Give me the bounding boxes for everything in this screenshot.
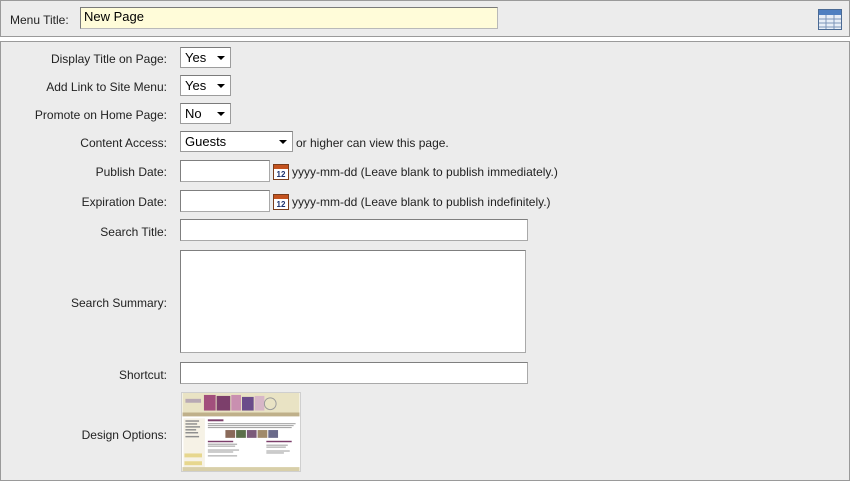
design-template-thumbnail[interactable] bbox=[181, 392, 301, 472]
expiration-date-input[interactable] bbox=[180, 190, 270, 212]
add-link-label: Add Link to Site Menu: bbox=[46, 80, 167, 94]
promote-value: No bbox=[185, 106, 202, 121]
chevron-down-icon bbox=[217, 84, 225, 88]
promote-label: Promote on Home Page: bbox=[34, 108, 167, 122]
add-link-value: Yes bbox=[185, 78, 207, 93]
content-access-suffix: or higher can view this page. bbox=[296, 136, 449, 150]
table-grid-icon[interactable] bbox=[818, 9, 842, 30]
publish-date-input[interactable] bbox=[180, 160, 270, 182]
menu-title-label: Menu Title: bbox=[10, 13, 69, 27]
search-title-input[interactable] bbox=[180, 219, 528, 241]
content-access-value: Guests bbox=[185, 134, 227, 149]
add-link-select[interactable]: Yes bbox=[180, 75, 231, 96]
search-summary-label: Search Summary: bbox=[70, 296, 167, 310]
search-summary-textarea[interactable] bbox=[180, 250, 526, 353]
promote-select[interactable]: No bbox=[180, 103, 231, 124]
publish-date-label: Publish Date: bbox=[95, 165, 167, 179]
design-options-label: Design Options: bbox=[81, 428, 167, 442]
expiration-date-hint: yyyy-mm-dd (Leave blank to publish indef… bbox=[292, 195, 551, 209]
calendar-day: 12 bbox=[277, 170, 286, 179]
chevron-down-icon bbox=[217, 112, 225, 116]
menu-title-panel: Menu Title: New Page bbox=[0, 0, 850, 37]
expiration-date-label: Expiration Date: bbox=[81, 195, 167, 209]
display-title-select[interactable]: Yes bbox=[180, 47, 231, 68]
content-access-select[interactable]: Guests bbox=[180, 131, 293, 152]
menu-title-input[interactable]: New Page bbox=[80, 7, 498, 29]
page-properties-panel: Display Title on Page: Yes Add Link to S… bbox=[0, 41, 850, 481]
chevron-down-icon bbox=[279, 140, 287, 144]
calendar-day: 12 bbox=[277, 200, 286, 209]
display-title-label: Display Title on Page: bbox=[50, 52, 167, 66]
search-title-label: Search Title: bbox=[100, 225, 167, 239]
shortcut-label: Shortcut: bbox=[118, 368, 167, 382]
chevron-down-icon bbox=[217, 56, 225, 60]
calendar-icon[interactable]: 12 bbox=[273, 193, 289, 210]
calendar-icon[interactable]: 12 bbox=[273, 163, 289, 180]
content-access-label: Content Access: bbox=[80, 136, 167, 150]
shortcut-input[interactable] bbox=[180, 362, 528, 384]
display-title-value: Yes bbox=[185, 50, 207, 65]
publish-date-hint: yyyy-mm-dd (Leave blank to publish immed… bbox=[292, 165, 558, 179]
